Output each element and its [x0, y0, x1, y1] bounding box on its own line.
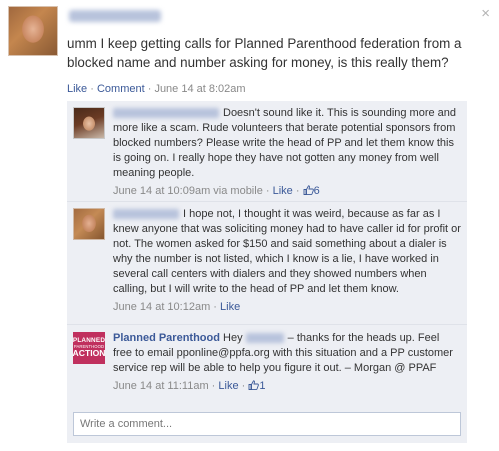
- post-like-link[interactable]: Like: [67, 83, 87, 95]
- commenter-avatar[interactable]: [73, 107, 105, 139]
- comment-body: Planned Parenthood Hey – thanks for the …: [113, 331, 461, 394]
- comment-like-link[interactable]: Like: [218, 380, 238, 392]
- comment-timestamp[interactable]: June 14 at 10:09am via mobile: [113, 185, 263, 197]
- write-comment-input[interactable]: Write a comment...: [73, 412, 461, 436]
- mentioned-name-redacted: [245, 333, 284, 344]
- commenter-avatar[interactable]: [73, 208, 105, 240]
- comment-timestamp[interactable]: June 14 at 11:11am: [113, 380, 209, 392]
- comment-meta: June 14 at 10:09am via mobile · Like · 6: [113, 185, 320, 197]
- comment-body: I hope not, I thought it was weird, beca…: [113, 207, 461, 315]
- comment-timestamp[interactable]: June 14 at 10:12am: [113, 301, 210, 313]
- post-text: umm I keep getting calls for Planned Par…: [67, 36, 462, 70]
- comment-body: Doesn't sound like it. This is sounding …: [113, 106, 461, 199]
- post: umm I keep getting calls for Planned Par…: [67, 6, 482, 72]
- close-icon[interactable]: ×: [481, 6, 490, 21]
- likes-count: 1: [259, 380, 266, 392]
- commenter-name[interactable]: Planned Parenthood: [113, 332, 220, 344]
- comment-item: I hope not, I thought it was weird, beca…: [67, 202, 467, 325]
- post-author-name-redacted[interactable]: [69, 10, 161, 23]
- separator: ·: [87, 83, 97, 95]
- post-comment-link[interactable]: Comment: [97, 83, 145, 95]
- post-actions: Like · Comment · June 14 at 8:02am: [67, 83, 246, 95]
- commenter-name-redacted[interactable]: [113, 108, 219, 119]
- comment-likes-count[interactable]: 6: [303, 185, 320, 197]
- comment-likes-count[interactable]: 1: [248, 380, 265, 392]
- comment-like-link[interactable]: Like: [220, 301, 240, 313]
- comments-section: Doesn't sound like it. This is sounding …: [67, 101, 467, 443]
- planned-parenthood-logo[interactable]: PLANNED PARENTHOOD ACTION: [73, 332, 105, 364]
- post-timestamp[interactable]: June 14 at 8:02am: [154, 83, 245, 95]
- comment-item: Doesn't sound like it. This is sounding …: [67, 101, 467, 202]
- comment-text: I hope not, I thought it was weird, beca…: [113, 208, 461, 295]
- thumbs-up-icon: [303, 185, 314, 195]
- thumbs-up-icon: [248, 380, 260, 390]
- comment-item: PLANNED PARENTHOOD ACTION Planned Parent…: [67, 325, 467, 407]
- commenter-name-redacted[interactable]: [113, 209, 179, 220]
- comment-like-link[interactable]: Like: [273, 185, 293, 197]
- post-author-avatar[interactable]: [8, 6, 58, 56]
- separator: ·: [144, 83, 155, 95]
- comment-meta: June 14 at 11:11am · Like · 1: [113, 380, 266, 392]
- logo-line3: ACTION: [72, 348, 106, 359]
- comment-text-start: Hey: [223, 332, 243, 344]
- comment-meta: June 14 at 10:12am · Like: [113, 301, 241, 313]
- likes-count: 6: [313, 185, 320, 197]
